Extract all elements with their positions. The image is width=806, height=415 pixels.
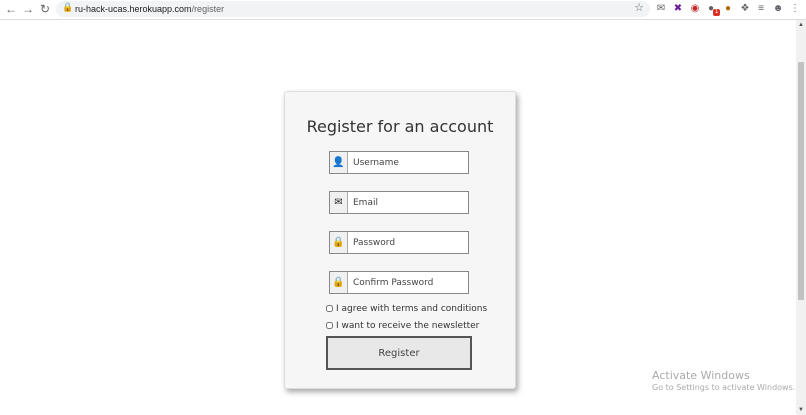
cookie-icon[interactable]: ● xyxy=(722,3,734,15)
page-scrollbar[interactable]: ▲ ▼ xyxy=(796,20,806,415)
terms-checkbox[interactable] xyxy=(326,305,333,312)
password-input[interactable] xyxy=(348,232,473,253)
register-card: Register for an account 👤 ✉ 🔒 🔒 I agree … xyxy=(284,91,516,389)
username-field: 👤 xyxy=(329,151,473,174)
windows-activation-watermark: Activate Windows Go to Settings to activ… xyxy=(652,369,795,392)
back-icon[interactable]: ← xyxy=(4,2,18,16)
extension-x-icon[interactable]: ✖ xyxy=(672,3,684,15)
url-text[interactable]: ru-hack-ucas.herokuapp.com/register xyxy=(75,3,224,15)
extension-badge-icon[interactable]: ● 1 xyxy=(705,3,721,16)
profile-avatar-icon[interactable]: ☻ xyxy=(772,3,784,15)
newsletter-checkbox[interactable] xyxy=(326,322,333,329)
scroll-down-icon[interactable]: ▼ xyxy=(798,407,804,413)
browser-toolbar: ← → ↻ 🔒 ru-hack-ucas.herokuapp.com/regis… xyxy=(0,0,806,20)
newsletter-row: I want to receive the newsletter xyxy=(326,321,479,331)
form-title: Register for an account xyxy=(306,117,494,136)
confirm-password-field: 🔒 xyxy=(329,271,473,294)
extension-badge-count: 1 xyxy=(713,9,721,16)
lock-icon: 🔒 xyxy=(330,272,348,293)
watermark-subtitle: Go to Settings to activate Windows. xyxy=(652,383,796,392)
password-field: 🔒 xyxy=(329,231,473,254)
user-icon: 👤 xyxy=(330,152,348,173)
lock-icon: 🔒 xyxy=(330,232,348,253)
scroll-thumb[interactable] xyxy=(798,62,804,300)
mail-icon[interactable]: ✉ xyxy=(655,3,667,15)
register-button[interactable]: Register xyxy=(326,336,472,370)
reading-list-icon[interactable]: ≡ xyxy=(755,3,767,15)
scroll-up-icon[interactable]: ▲ xyxy=(798,22,804,28)
terms-label: I agree with terms and conditions xyxy=(336,304,488,314)
puzzle-extensions-icon[interactable]: ❖ xyxy=(739,3,751,15)
address-bar[interactable]: 🔒 ru-hack-ucas.herokuapp.com/register ☆ xyxy=(56,1,650,17)
shield-icon[interactable]: ◉ xyxy=(689,3,701,15)
menu-kebab-icon[interactable]: ⋮ xyxy=(789,3,801,15)
bookmark-star-icon[interactable]: ☆ xyxy=(634,1,644,14)
reload-icon[interactable]: ↻ xyxy=(38,2,52,16)
email-field: ✉ xyxy=(329,191,473,214)
email-input[interactable] xyxy=(348,192,473,213)
envelope-icon: ✉ xyxy=(330,192,348,213)
lock-icon: 🔒 xyxy=(62,2,74,12)
username-input[interactable] xyxy=(348,152,473,173)
forward-icon[interactable]: → xyxy=(21,2,35,16)
newsletter-label: I want to receive the newsletter xyxy=(336,321,480,331)
watermark-title: Activate Windows xyxy=(652,369,750,382)
confirm-password-input[interactable] xyxy=(348,272,473,293)
terms-row: I agree with terms and conditions xyxy=(326,304,487,314)
